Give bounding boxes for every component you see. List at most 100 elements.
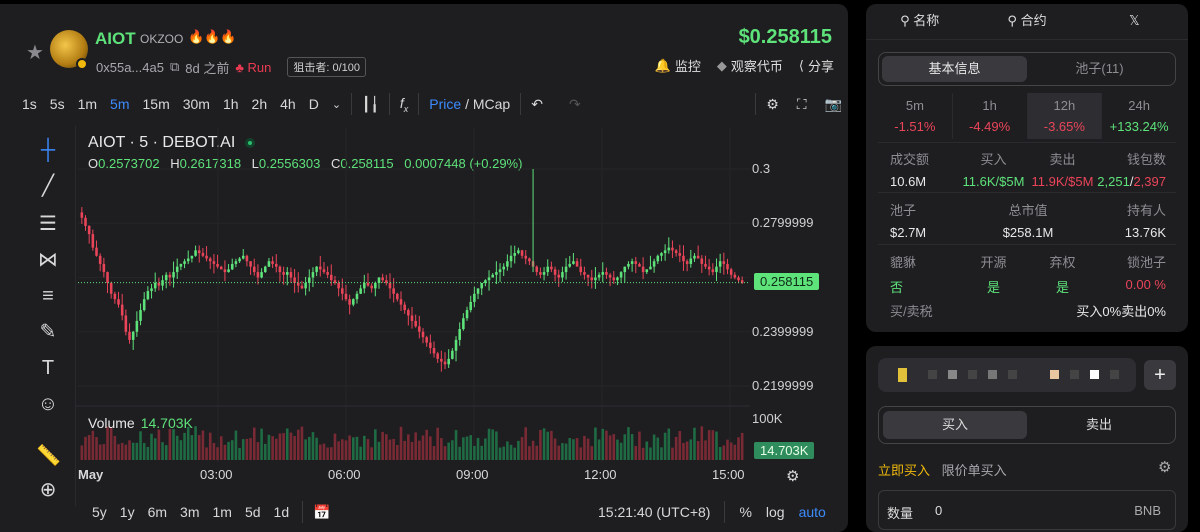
range-1y[interactable]: 1y	[120, 504, 135, 520]
period-change: -1.51%	[894, 119, 936, 134]
brush-icon[interactable]: ✎	[36, 320, 60, 344]
candle-body	[161, 280, 164, 286]
timeframe-5m[interactable]: 5m	[110, 96, 129, 112]
tab-basic-info[interactable]: 基本信息	[882, 56, 1027, 82]
add-wallet-button[interactable]: +	[1144, 360, 1176, 390]
candle-body	[142, 299, 146, 311]
instant-buy-tab[interactable]: 立即买入	[878, 463, 930, 478]
watch-coin-button[interactable]: ◆ 观察代币	[717, 56, 783, 75]
sell-tab[interactable]: 卖出	[1027, 411, 1171, 439]
trade-stats: 成交额 买入 卖出 钱包数 10.6M 11.6K/$5M 11.9K/$5M 2,251/…	[890, 149, 1166, 189]
fullscreen-icon[interactable]: ⛶	[797, 96, 807, 113]
redo-icon[interactable]: ↷	[569, 96, 581, 113]
token-address[interactable]: 0x55a...4a5	[96, 60, 164, 75]
candlestick-chart[interactable]	[0, 4, 848, 532]
candle-body	[208, 258, 212, 262]
wallet-chip	[1110, 370, 1119, 379]
timeframe-d[interactable]: D	[309, 96, 319, 112]
price-mcap-toggle[interactable]: Price / MCap	[429, 96, 510, 112]
period-label: 1h	[982, 98, 997, 113]
candle-body	[407, 310, 410, 316]
volume-bar	[355, 436, 359, 460]
volume-bar	[418, 440, 421, 460]
timeframe-4h[interactable]: 4h	[280, 96, 296, 112]
percent-scale-toggle[interactable]: %	[739, 504, 751, 520]
range-6m[interactable]: 6m	[148, 504, 167, 520]
copy-icon[interactable]: ⧉	[170, 59, 179, 75]
candle-body	[623, 266, 627, 273]
range-5y[interactable]: 5y	[92, 504, 107, 520]
buy-tab[interactable]: 买入	[883, 411, 1027, 439]
candle-body	[509, 255, 513, 262]
x-twitter-icon[interactable]: 𝕏	[1080, 4, 1188, 40]
volume-bar	[638, 431, 641, 460]
tab-pools[interactable]: 池子(11)	[1027, 56, 1172, 82]
horizontal-lines-icon[interactable]: ☰	[36, 212, 60, 236]
period-24h[interactable]: 24h +133.24%	[1102, 93, 1176, 139]
volume-bar	[432, 446, 436, 460]
settings-gear-icon[interactable]: ⚙	[766, 96, 779, 113]
quantity-value[interactable]: 0	[935, 503, 942, 518]
period-1h[interactable]: 1h -4.49%	[953, 93, 1028, 139]
ruler-icon[interactable]: 📏	[36, 444, 61, 468]
divider	[878, 142, 1176, 143]
indicators-fx-icon[interactable]: fx	[400, 95, 408, 114]
trade-settings-gear-icon[interactable]: ⚙	[1158, 458, 1171, 476]
candle-body	[113, 293, 117, 300]
range-3m[interactable]: 3m	[180, 504, 199, 520]
wallet-selector[interactable]	[878, 358, 1136, 392]
zoom-in-icon[interactable]: ⊕	[36, 478, 60, 502]
crosshair-icon[interactable]: ┼	[36, 138, 60, 162]
timeframe-1m[interactable]: 1m	[78, 96, 97, 112]
favorite-star-icon[interactable]: ★	[26, 40, 44, 65]
log-scale-toggle[interactable]: log	[766, 504, 785, 520]
search-contract-tab[interactable]: ⚲ 合约	[973, 4, 1081, 40]
x-tick: 12:00	[584, 467, 617, 482]
volume-bar	[223, 444, 227, 460]
candle-body	[480, 282, 483, 289]
pattern-icon[interactable]: ⋈	[36, 248, 60, 272]
text-tool-icon[interactable]: T	[36, 356, 60, 380]
period-5m[interactable]: 5m -1.51%	[878, 93, 953, 139]
candle-body	[553, 269, 557, 275]
candle-body	[586, 274, 590, 278]
range-5d[interactable]: 5d	[245, 504, 261, 520]
trend-line-icon[interactable]: ╱	[36, 174, 60, 198]
candle-body	[535, 266, 539, 273]
watch-button[interactable]: 🔔 监控	[655, 56, 701, 75]
auto-scale-toggle[interactable]: auto	[799, 504, 826, 520]
emoji-icon[interactable]: ☺	[36, 392, 60, 416]
undo-icon[interactable]: ↶	[531, 96, 543, 113]
drawing-tools-sidebar: ┼ ╱ ☰ ⋈ ≡ ✎ T ☺ 📏 ⊕	[22, 126, 76, 506]
candle-type-icon[interactable]: ┃╽	[362, 96, 379, 113]
period-12h[interactable]: 12h -3.65%	[1027, 93, 1103, 139]
timeframe-dropdown-chevron-icon[interactable]: ⌄	[332, 98, 341, 111]
search-name-tab[interactable]: ⚲ 名称	[866, 4, 974, 40]
volume-bar	[337, 441, 340, 460]
timeframe-15m[interactable]: 15m	[143, 96, 170, 112]
range-1d[interactable]: 1d	[274, 504, 290, 520]
timeframe-30m[interactable]: 30m	[183, 96, 210, 112]
volume-bar	[363, 435, 366, 460]
candle-body	[693, 255, 696, 259]
timeframe-5s[interactable]: 5s	[50, 96, 65, 112]
header-actions: 🔔 监控 ◆ 观察代币 ⟨ 分享	[655, 56, 834, 75]
candle-body	[476, 288, 480, 294]
time-axis-settings-icon[interactable]: ⚙	[786, 467, 799, 485]
limit-buy-tab[interactable]: 限价单买入	[942, 463, 1007, 478]
timeframe-1h[interactable]: 1h	[223, 96, 239, 112]
buys-header: 买入	[980, 152, 1007, 167]
timeframe-1s[interactable]: 1s	[22, 96, 37, 112]
y-tick: 0.2399999	[752, 324, 814, 339]
share-button[interactable]: ⟨ 分享	[799, 56, 834, 75]
candle-body	[605, 272, 608, 275]
fib-icon[interactable]: ≡	[36, 284, 60, 308]
quantity-field[interactable]: 数量 0 BNB	[878, 490, 1176, 530]
candle-body	[190, 255, 194, 259]
range-1m[interactable]: 1m	[213, 504, 232, 520]
volume-bar	[700, 426, 704, 460]
goto-date-calendar-icon[interactable]: 📅	[313, 504, 330, 521]
volume-bar	[722, 445, 726, 460]
timeframe-2h[interactable]: 2h	[252, 96, 268, 112]
screenshot-camera-icon[interactable]: 📷	[825, 96, 842, 113]
